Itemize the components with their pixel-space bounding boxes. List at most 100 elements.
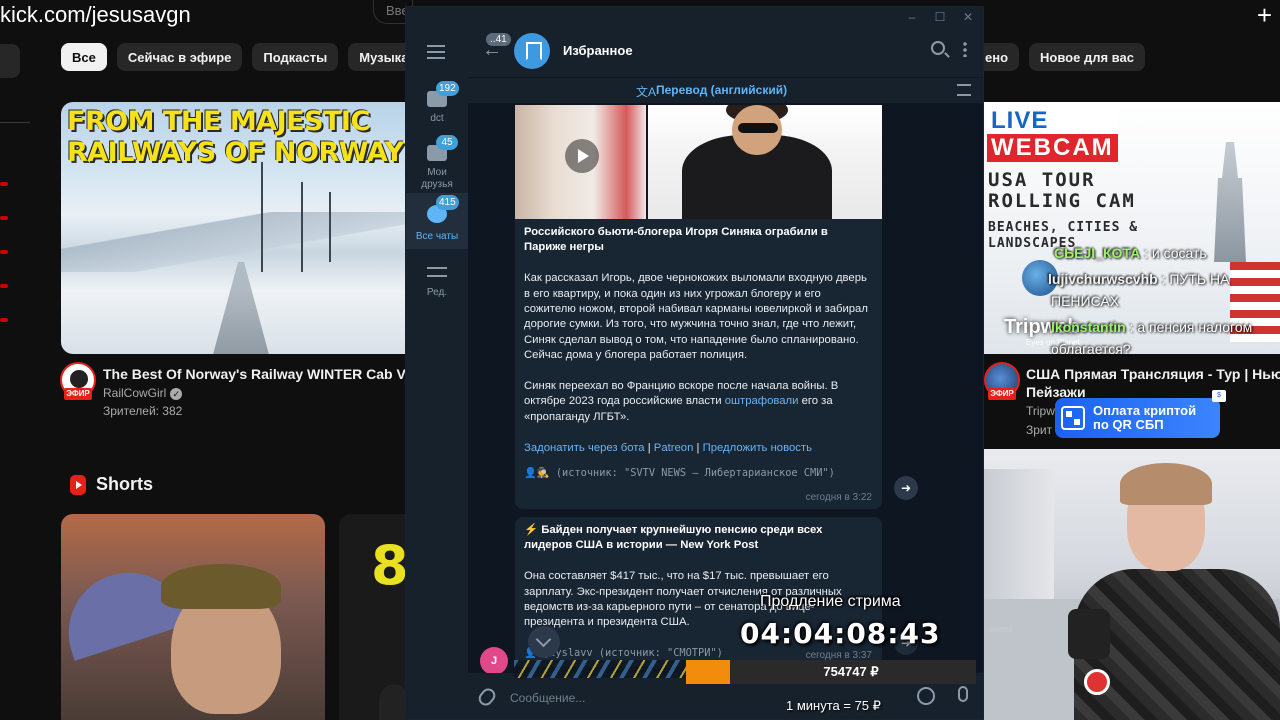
overlay-stripes (514, 660, 686, 678)
chat-text: ПЕНИСАХ (1051, 293, 1120, 309)
attach-icon[interactable] (475, 685, 499, 709)
streamer-hair (1120, 463, 1212, 505)
chat-message: СЬЕJI_КОТА : и сосать (1054, 242, 1207, 264)
saved-messages-avatar[interactable] (514, 33, 550, 69)
viewer-count: Зрит (1026, 423, 1053, 437)
thumb-pole (261, 162, 263, 272)
sliders-icon (427, 263, 447, 281)
sidebar-divider (0, 122, 30, 123)
chip-all[interactable]: Все (61, 43, 107, 71)
message-time: сегодня в 3:22 (805, 491, 872, 503)
chat-header: ← ..41 Избранное (468, 27, 983, 77)
scroll-down-icon[interactable] (528, 626, 560, 658)
message-source: 👤🕵 (источник: "SVTV NEWS — Либертарианск… (524, 467, 835, 480)
microphone (1068, 609, 1110, 659)
short-hat (161, 564, 281, 609)
minimize-icon[interactable]: – (905, 10, 919, 24)
video-title[interactable]: США Прямая Трансляция - Тур | Нью-Йо (1026, 366, 1280, 382)
stream-timer: 04:04:08:43 (740, 617, 941, 650)
message-media[interactable] (515, 105, 882, 219)
suggest-news-link[interactable]: Предложить новость (703, 442, 812, 454)
thumb-mountains (61, 212, 406, 272)
chat-nick: СЬЕJI_КОТА (1054, 245, 1141, 261)
telegram-window: – ☐ ✕ 192 dct 45 Мои друзья 415 Все чаты (405, 6, 984, 720)
media-video[interactable] (515, 105, 646, 219)
chip-live[interactable]: Сейчас в эфире (116, 43, 243, 71)
message-links-row: Задонатить через бота | Patreon | Предло… (524, 441, 873, 456)
stream-extension-label: Продление стрима (760, 593, 901, 610)
chat-nick: lujivchurwscvhb (1048, 271, 1158, 287)
short-video-2[interactable]: 8 (339, 514, 409, 720)
donation-amount: 754747 ₽ (823, 664, 879, 679)
message-bubble[interactable]: Российского бьюти-блогера Игоря Синяка о… (515, 219, 882, 509)
chip-new-for-you[interactable]: Новое для вас (1029, 43, 1145, 71)
unread-badge: 192 (436, 81, 459, 96)
chip-podcasts[interactable]: Подкасты (252, 43, 339, 71)
thumb-pole (329, 192, 331, 262)
donate-link[interactable]: Задонатить через бота (524, 442, 645, 454)
messages-area[interactable]: Российского бьюти-блогера Игоря Синяка о… (468, 103, 983, 673)
message-paragraph: Как рассказал Игорь, двое чернокожих выл… (524, 272, 868, 362)
close-icon[interactable]: ✕ (961, 10, 975, 24)
more-icon[interactable] (963, 41, 967, 57)
message-input[interactable]: Сообщение... (510, 691, 585, 705)
folder-label: Все чаты (415, 231, 459, 242)
channel-name-text: RailCowGirl (103, 386, 167, 400)
chat-nick: lkonstantin (1051, 319, 1126, 335)
sidebar-stub[interactable] (0, 44, 20, 78)
sender-avatar[interactable]: J (480, 647, 508, 673)
hamburger-menu-icon[interactable] (427, 45, 445, 59)
live-badge: ЭФИР (988, 388, 1016, 400)
translate-settings-icon[interactable] (957, 84, 971, 96)
folders-sidebar: 192 dct 45 Мои друзья 415 Все чаты Ред. (406, 27, 468, 719)
chat-text: : а пенсия налогом (1125, 319, 1253, 335)
play-icon[interactable] (565, 139, 599, 173)
live-badge: ЭФИР (64, 388, 92, 400)
message-headline: ⚡ Байден получает крупнейшую пенсию сред… (524, 524, 823, 552)
filter-chips-right: ено Новое для вас (983, 43, 1145, 71)
chat-message: lkonstantin : а пенсия налогом (1051, 316, 1252, 338)
window-titlebar[interactable]: – ☐ ✕ (406, 7, 983, 27)
link-separator: | (693, 441, 703, 454)
short-video-1[interactable] (61, 514, 325, 720)
translate-bar[interactable]: 文A Перевод (английский) (468, 77, 983, 103)
microphone-icon[interactable] (958, 686, 968, 702)
live-dot-icon (0, 250, 8, 254)
folder-dct[interactable]: 192 dct (406, 79, 468, 131)
search-icon[interactable] (931, 41, 945, 55)
donation-progress-bar: 754747 ₽ (686, 660, 976, 684)
message-paragraph: Синяк переехал во Францию вскоре после н… (524, 379, 873, 425)
short-umbrella (61, 557, 189, 661)
create-plus-icon[interactable]: + (1257, 0, 1272, 31)
link-separator: | (644, 441, 654, 454)
live-dot-icon (0, 318, 8, 322)
emoji-icon[interactable] (917, 687, 935, 705)
channel-name[interactable]: Tripw (1026, 404, 1055, 418)
chat-message: lujivchurwscvhb : ПУТЬ НА (1048, 268, 1229, 290)
media-photo[interactable] (648, 105, 882, 219)
folder-friends[interactable]: 45 Мои друзья (406, 133, 468, 191)
translate-label[interactable]: Перевод (английский) (656, 83, 787, 97)
folder-edit[interactable]: Ред. (406, 253, 468, 305)
channel-name[interactable]: RailCowGirl ✓ (103, 386, 183, 400)
chat-title[interactable]: Избранное (563, 43, 633, 58)
maximize-icon[interactable]: ☐ (933, 10, 947, 24)
short-number: 8 (371, 534, 409, 597)
live-dot-icon (0, 216, 8, 220)
donation-rate: 1 минута = 75 ₽ (786, 698, 881, 713)
forward-icon[interactable]: ➜ (894, 476, 918, 500)
folder-label: dct (430, 113, 444, 124)
folder-label: Ред. (426, 287, 448, 298)
message-link[interactable]: оштрафовали (725, 395, 799, 407)
video-thumbnail-norway[interactable]: FROM THE MAJESTIC RAILWAYS OF NORWAY (61, 102, 406, 354)
chip-partial[interactable]: ено (983, 43, 1020, 71)
thumb-building (1214, 142, 1246, 262)
patreon-link[interactable]: Patreon (654, 442, 694, 454)
video-title[interactable]: The Best Of Norway's Railway WINTER Cab … (103, 366, 436, 382)
photo-glasses (738, 123, 778, 133)
thumb-rail (211, 262, 271, 354)
message-headline: Российского бьюти-блогера Игоря Синяка о… (524, 226, 828, 254)
folder-all-chats[interactable]: 415 Все чаты (406, 193, 468, 249)
translate-icon: 文A (636, 85, 657, 99)
crypto-payment-banner: Оплата криптой по QR СБП $ (1055, 390, 1226, 438)
